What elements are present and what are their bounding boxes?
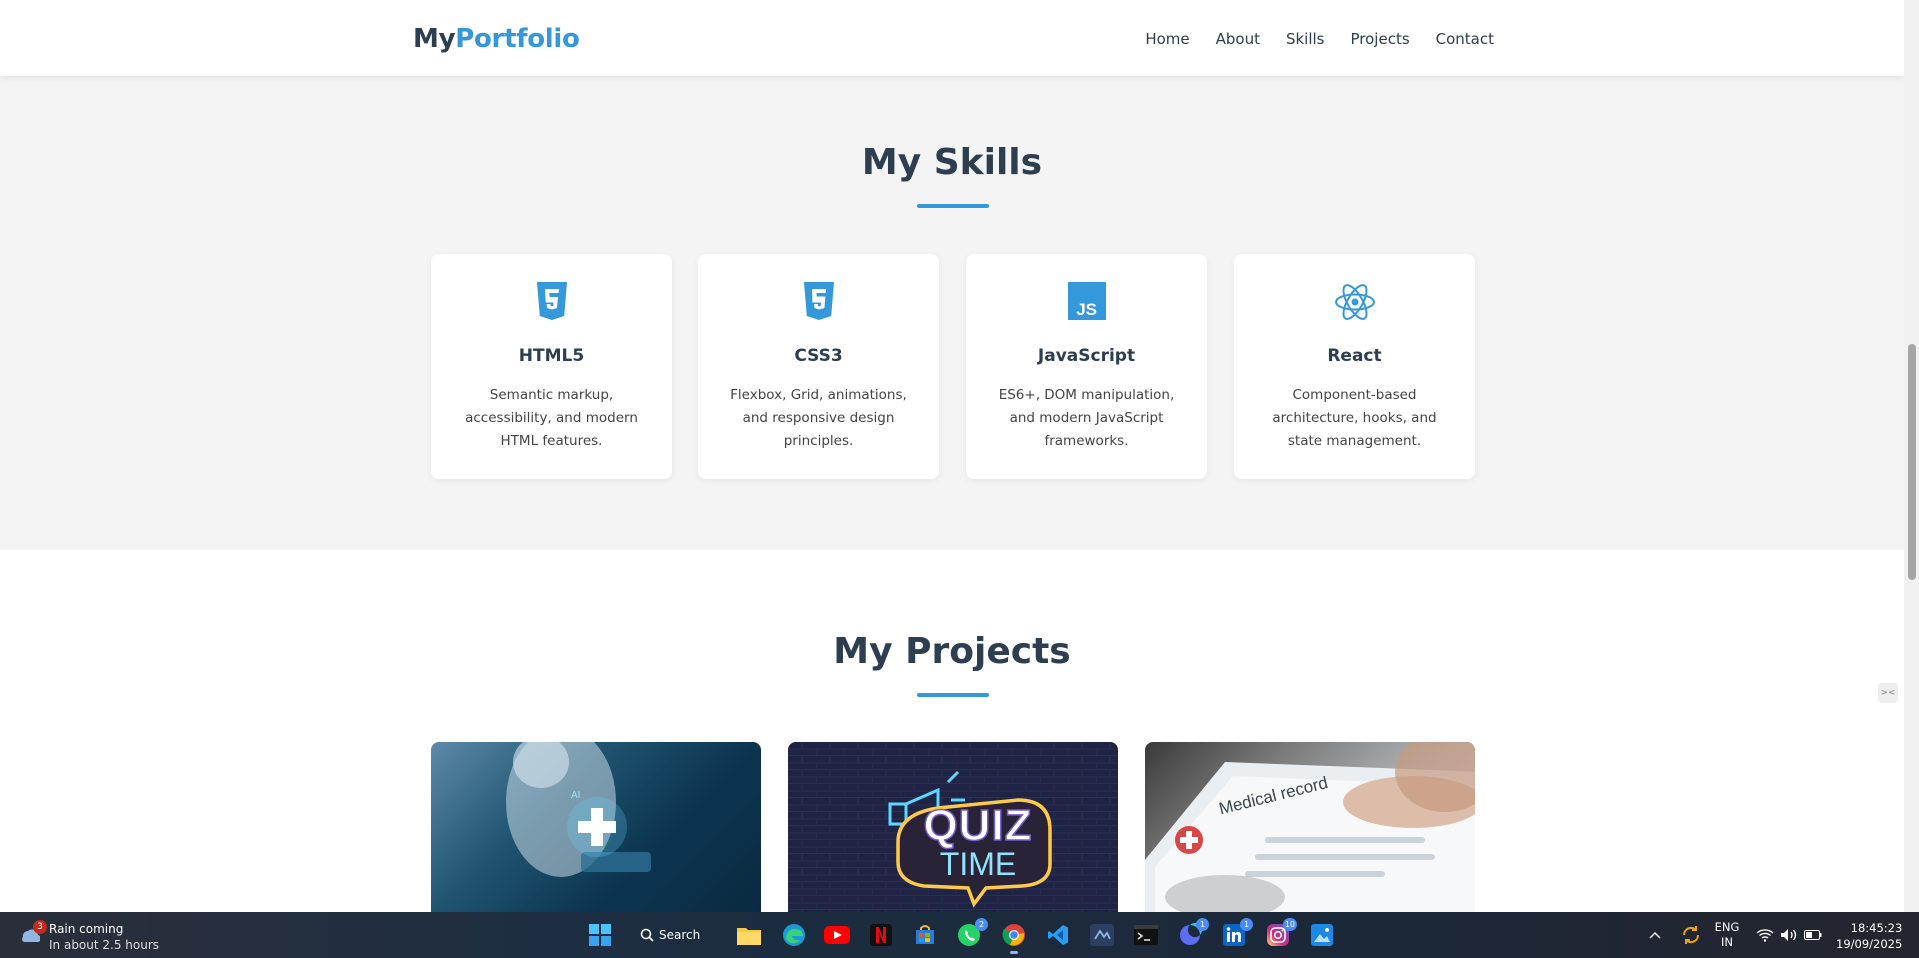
vscode-icon[interactable] bbox=[1045, 922, 1071, 948]
skill-card-css3: CSS3 Flexbox, Grid, animations, and resp… bbox=[698, 254, 939, 479]
css3-icon bbox=[698, 282, 939, 324]
skill-card-title: JavaScript bbox=[1037, 346, 1136, 366]
skill-card-desc: Flexbox, Grid, animations, and responsiv… bbox=[730, 387, 907, 449]
volume-icon[interactable] bbox=[1778, 922, 1800, 948]
start-button[interactable] bbox=[587, 922, 613, 948]
system-clock[interactable]: 18:45:23 19/09/2025 bbox=[1836, 920, 1902, 952]
search-icon bbox=[640, 928, 654, 942]
nav-link-about[interactable]: About bbox=[1216, 30, 1260, 48]
quiz-text: QUIZ bbox=[923, 801, 1033, 850]
skill-card-title: React bbox=[1327, 346, 1382, 366]
nav-link-projects[interactable]: Projects bbox=[1351, 30, 1410, 48]
whatsapp-icon[interactable]: 2 bbox=[956, 918, 988, 948]
linkedin-badge: 1 bbox=[1240, 918, 1253, 931]
navbar: MyPortfolio Home About Skills Projects C… bbox=[0, 0, 1904, 76]
skills-title: My Skills bbox=[861, 142, 1043, 183]
projects-title: My Projects bbox=[833, 631, 1071, 672]
svg-text:JS: JS bbox=[1076, 300, 1097, 319]
whatsapp-badge: 2 bbox=[975, 918, 988, 931]
skills-title-underline bbox=[917, 204, 989, 208]
linkedin-icon[interactable]: 1 bbox=[1221, 918, 1253, 948]
scrollbar-thumb[interactable] bbox=[1908, 344, 1916, 580]
projects-title-underline bbox=[917, 693, 989, 697]
edge-icon[interactable] bbox=[781, 922, 807, 948]
javascript-icon: JS bbox=[966, 282, 1207, 324]
skill-card-desc: Semantic markup, accessibility, and mode… bbox=[465, 387, 638, 449]
lang-line2: IN bbox=[1721, 935, 1733, 949]
show-hidden-icons-chevron[interactable] bbox=[1645, 922, 1665, 948]
weather-line1: Rain coming bbox=[49, 922, 124, 936]
skill-card-title: HTML5 bbox=[518, 346, 585, 366]
language-indicator[interactable]: ENG IN bbox=[1710, 920, 1744, 950]
nav-link-contact[interactable]: Contact bbox=[1436, 30, 1494, 48]
lang-line1: ENG bbox=[1714, 920, 1740, 934]
nav-menu: Home About Skills Projects Contact bbox=[1145, 30, 1494, 48]
skill-card-title: CSS3 bbox=[794, 346, 843, 366]
copilot-badge: 1 bbox=[1196, 918, 1209, 931]
file-explorer-icon[interactable] bbox=[736, 922, 762, 948]
sync-icon[interactable] bbox=[1679, 922, 1703, 948]
skill-card-desc: Component-based architecture, hooks, and… bbox=[1272, 387, 1437, 449]
search-label: Search bbox=[659, 928, 701, 942]
nav-link-home[interactable]: Home bbox=[1145, 30, 1189, 48]
microsoft-store-icon[interactable] bbox=[912, 922, 938, 948]
svg-text:AI: AI bbox=[571, 790, 580, 801]
project-card-3-image[interactable]: Medical record bbox=[1145, 742, 1475, 912]
wifi-icon[interactable] bbox=[1754, 922, 1776, 948]
skill-card-desc: ES6+, DOM manipulation, and modern JavaS… bbox=[998, 387, 1175, 449]
chrome-active-indicator bbox=[1010, 951, 1018, 954]
photos-icon[interactable] bbox=[1309, 922, 1335, 948]
instagram-icon[interactable]: 10 bbox=[1265, 918, 1297, 948]
youtube-icon[interactable] bbox=[824, 922, 850, 948]
taskbar-search[interactable]: Search bbox=[640, 922, 722, 948]
browser-viewport: MyPortfolio Home About Skills Projects C… bbox=[0, 0, 1904, 912]
time-text: TIME bbox=[939, 846, 1017, 882]
battery-icon[interactable] bbox=[1802, 922, 1824, 948]
clock-time: 18:45:23 bbox=[1850, 921, 1903, 935]
logo-text-portfolio: Portfolio bbox=[455, 24, 580, 54]
skill-card-react: React Component-based architecture, hook… bbox=[1234, 254, 1475, 479]
logo[interactable]: MyPortfolio bbox=[413, 24, 580, 54]
skill-card-html5: HTML5 Semantic markup, accessibility, an… bbox=[431, 254, 672, 479]
chrome-icon[interactable] bbox=[1001, 922, 1027, 954]
project-card-1-image[interactable]: AI bbox=[431, 742, 761, 912]
react-icon bbox=[1234, 282, 1475, 324]
skill-card-javascript: JS JavaScript ES6+, DOM manipulation, an… bbox=[966, 254, 1207, 479]
nav-link-skills[interactable]: Skills bbox=[1286, 30, 1325, 48]
windows-taskbar: 3 Rain coming In about 2.5 hours Search … bbox=[0, 912, 1919, 958]
html5-icon bbox=[431, 282, 672, 324]
netflix-icon[interactable] bbox=[868, 922, 894, 948]
weather-badge: 3 bbox=[33, 920, 47, 934]
instagram-badge: 10 bbox=[1282, 918, 1297, 931]
terminal-icon[interactable] bbox=[1133, 922, 1159, 948]
side-extension-icon[interactable]: >< bbox=[1878, 683, 1898, 703]
clock-date: 19/09/2025 bbox=[1836, 937, 1903, 951]
copilot-icon[interactable]: 1 bbox=[1177, 918, 1209, 948]
weather-line2: In about 2.5 hours bbox=[49, 938, 160, 952]
logo-text-my: My bbox=[413, 24, 456, 54]
code-editor-icon[interactable] bbox=[1089, 922, 1115, 948]
page-scrollbar[interactable] bbox=[1904, 0, 1919, 912]
project-card-2-image[interactable]: QUIZ TIME bbox=[788, 742, 1118, 912]
